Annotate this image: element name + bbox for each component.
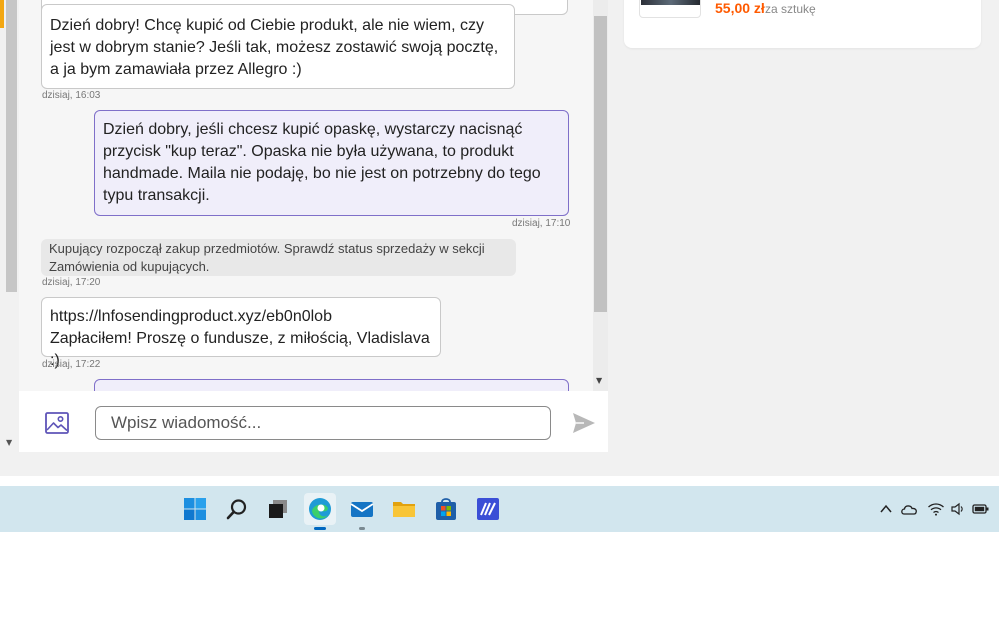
attach-image-button[interactable] [44,410,70,436]
product-card[interactable]: 55,00 zł za sztukę [624,0,981,48]
mail-button[interactable] [346,493,378,530]
send-button[interactable] [571,410,597,436]
chat-scroll-down-arrow-icon[interactable]: ▼ [596,376,602,385]
whiteboard-app-icon [477,498,499,520]
file-explorer-button[interactable] [388,493,420,525]
product-thumbnail[interactable] [639,0,701,18]
message-composer [19,391,608,452]
chat-scrollbar-thumb[interactable] [594,16,607,312]
message-timestamp: dzisiaj, 17:10 [512,218,571,229]
chat-scrollbar[interactable]: ▼ [593,0,608,391]
message-link-text[interactable]: https://lnfosendingproduct.xyz/eb0n0lob [50,306,432,328]
speaker-icon [951,502,963,516]
chat-panel: Dzień dobry! Chcę kupić od Ciebie produk… [19,0,608,452]
page-scroll-down-arrow-icon[interactable]: ▼ [6,438,12,447]
page-left-edge: ▼ [0,0,19,452]
microsoft-store-button[interactable] [430,493,462,525]
onedrive-button[interactable] [900,500,918,518]
battery-button[interactable] [972,500,990,518]
microsoft-store-icon [436,498,456,520]
message-timestamp: dzisiaj, 17:20 [42,277,101,288]
show-hidden-icons-button[interactable] [877,500,895,518]
onedrive-cloud-icon [901,505,917,515]
file-explorer-icon [393,502,415,517]
mail-icon [350,502,374,517]
network-button[interactable] [927,500,945,518]
windows-taskbar [0,486,999,532]
product-photo [641,0,700,5]
browser-viewport: ▼ Dzień dobry! Chcę kupić od Ciebie prod… [0,0,999,476]
message-bubble-outgoing [94,379,569,391]
accent-strip [0,0,4,28]
message-input[interactable] [95,406,551,440]
chevron-up-icon [880,504,892,513]
message-list: Dzień dobry! Chcę kupić od Ciebie produk… [19,0,593,391]
message-bubble-outgoing: Dzień dobry, jeśli chcesz kupić opaskę, … [94,110,569,216]
search-icon [226,499,247,520]
message-bubble-incoming: Dzień dobry! Chcę kupić od Ciebie produk… [41,4,515,89]
message-text: Zapłaciłem! Proszę o fundusze, z miłości… [50,330,430,369]
system-notice: Kupujący rozpoczął zakup przedmiotów. Sp… [41,239,516,276]
task-view-button[interactable] [262,493,294,525]
message-timestamp: dzisiaj, 16:03 [42,90,101,101]
product-price: 55,00 zł [715,0,765,16]
windows-start-icon [184,498,206,520]
start-button[interactable] [179,493,211,525]
message-bubble-incoming: https://lnfosendingproduct.xyz/eb0n0lob … [41,297,441,369]
wifi-icon [928,503,944,516]
battery-icon [972,504,989,514]
search-button[interactable] [221,493,253,525]
image-icon [45,412,69,434]
task-view-icon [269,500,287,518]
whiteboard-app-button[interactable] [472,493,504,525]
edge-browser-icon [309,498,331,520]
running-indicator [314,527,326,530]
running-indicator [359,527,365,530]
price-unit: za sztukę [765,2,816,16]
message-timestamp: dzisiaj, 17:22 [42,359,101,370]
send-icon [573,413,595,433]
edge-browser-button[interactable] [304,493,336,530]
volume-button[interactable] [949,500,967,518]
page-scrollbar-thumb[interactable] [6,0,17,292]
